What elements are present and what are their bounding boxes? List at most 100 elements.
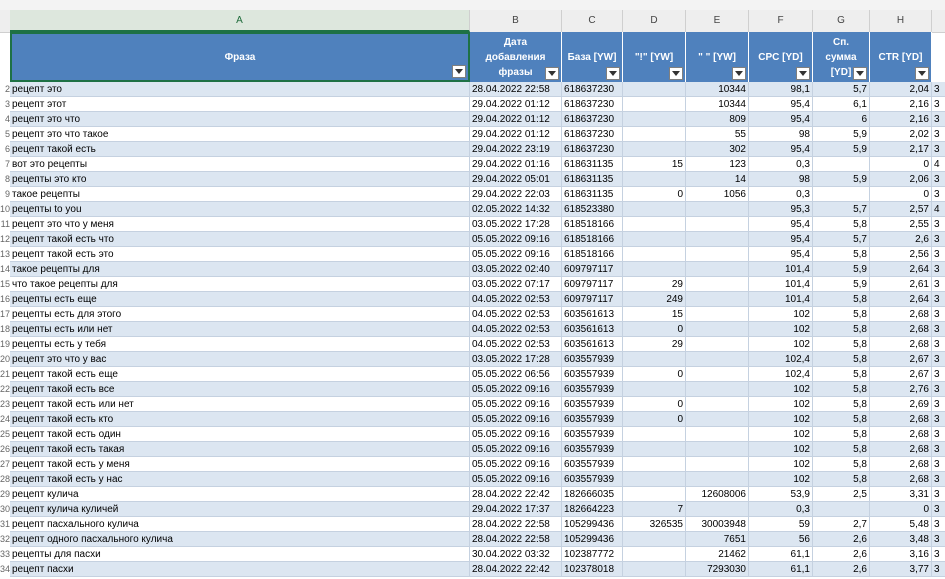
cell-excl[interactable] — [623, 262, 686, 277]
cell-quote[interactable]: 809 — [686, 112, 749, 127]
cell-date[interactable]: 29.04.2022 05:01 — [470, 172, 562, 187]
cell-base[interactable]: 105299436 — [562, 517, 623, 532]
cell-sum[interactable]: 5,8 — [813, 292, 870, 307]
cell-sum[interactable]: 2,5 — [813, 487, 870, 502]
cell-cpc[interactable]: 98 — [749, 172, 813, 187]
column-letter-h[interactable]: H — [870, 10, 932, 32]
cell-phrase[interactable]: такое рецепты — [10, 187, 470, 202]
cell-base[interactable]: 609797117 — [562, 262, 623, 277]
cell-sum[interactable]: 5,8 — [813, 382, 870, 397]
cell-excl[interactable] — [623, 217, 686, 232]
cell-phrase[interactable]: рецепт кулича — [10, 487, 470, 502]
cell-date[interactable]: 02.05.2022 14:32 — [470, 202, 562, 217]
cell-base[interactable]: 102378018 — [562, 562, 623, 577]
cell-phrase[interactable]: рецепт этот — [10, 97, 470, 112]
cell-sum[interactable]: 5,8 — [813, 352, 870, 367]
cell-phrase[interactable]: рецепт это — [10, 82, 470, 97]
cell-sum[interactable]: 5,8 — [813, 307, 870, 322]
cell-cpc[interactable]: 102 — [749, 397, 813, 412]
cell-quote[interactable]: 10344 — [686, 97, 749, 112]
cell-date[interactable]: 05.05.2022 06:56 — [470, 367, 562, 382]
header-excl[interactable]: "!" [YW] — [623, 32, 686, 82]
cell-excl[interactable]: 29 — [623, 337, 686, 352]
cell-excl[interactable] — [623, 427, 686, 442]
cell-next-column[interactable]: 3 — [932, 277, 945, 292]
cell-sum[interactable]: 5,9 — [813, 262, 870, 277]
cell-next-column[interactable]: 3 — [932, 412, 945, 427]
cell-ctr[interactable]: 2,67 — [870, 352, 932, 367]
cell-phrase[interactable]: рецепт такой есть это — [10, 247, 470, 262]
cell-next-column[interactable]: 3 — [932, 442, 945, 457]
cell-sum[interactable]: 2,6 — [813, 562, 870, 577]
cell-date[interactable]: 28.04.2022 22:58 — [470, 517, 562, 532]
cell-phrase[interactable]: рецепт это что такое — [10, 127, 470, 142]
row-number[interactable]: 18 — [0, 322, 10, 337]
row-number[interactable]: 32 — [0, 532, 10, 547]
cell-ctr[interactable]: 3,77 — [870, 562, 932, 577]
cell-sum[interactable]: 5,8 — [813, 472, 870, 487]
cell-cpc[interactable]: 98 — [749, 127, 813, 142]
cell-phrase[interactable]: рецепт такой есть у нас — [10, 472, 470, 487]
cell-date[interactable]: 05.05.2022 09:16 — [470, 412, 562, 427]
cell-date[interactable]: 28.04.2022 22:58 — [470, 82, 562, 97]
cell-next-column[interactable]: 3 — [932, 172, 945, 187]
cell-base[interactable]: 609797117 — [562, 277, 623, 292]
row-number[interactable]: 28 — [0, 472, 10, 487]
cell-sum[interactable]: 5,8 — [813, 412, 870, 427]
cell-next-column[interactable]: 3 — [932, 502, 945, 517]
cell-date[interactable]: 04.05.2022 02:53 — [470, 322, 562, 337]
cell-phrase[interactable]: рецепт такой есть что — [10, 232, 470, 247]
cell-ctr[interactable]: 0 — [870, 502, 932, 517]
filter-dropdown-icon[interactable] — [796, 67, 810, 80]
filter-dropdown-icon[interactable] — [545, 67, 559, 80]
cell-date[interactable]: 29.04.2022 23:19 — [470, 142, 562, 157]
cell-phrase[interactable]: рецепт это что — [10, 112, 470, 127]
cell-ctr[interactable]: 2,06 — [870, 172, 932, 187]
cell-phrase[interactable]: рецепт такой есть такая — [10, 442, 470, 457]
cell-ctr[interactable]: 2,69 — [870, 397, 932, 412]
cell-ctr[interactable]: 0 — [870, 187, 932, 202]
column-letter-a[interactable]: A — [10, 10, 470, 32]
cell-sum[interactable]: 5,8 — [813, 337, 870, 352]
cell-ctr[interactable]: 3,48 — [870, 532, 932, 547]
cell-phrase[interactable]: рецепты есть или нет — [10, 322, 470, 337]
cell-excl[interactable] — [623, 562, 686, 577]
cell-base[interactable]: 603557939 — [562, 397, 623, 412]
row-number[interactable]: 12 — [0, 232, 10, 247]
cell-base[interactable]: 603561613 — [562, 307, 623, 322]
cell-quote[interactable]: 14 — [686, 172, 749, 187]
cell-excl[interactable]: 0 — [623, 412, 686, 427]
cell-cpc[interactable]: 95,4 — [749, 247, 813, 262]
cell-next-column[interactable]: 3 — [932, 337, 945, 352]
cell-excl[interactable] — [623, 247, 686, 262]
row-number[interactable]: 8 — [0, 172, 10, 187]
row-number[interactable]: 24 — [0, 412, 10, 427]
cell-sum[interactable]: 5,9 — [813, 277, 870, 292]
cell-sum[interactable]: 5,8 — [813, 367, 870, 382]
cell-next-column[interactable]: 3 — [932, 547, 945, 562]
cell-base[interactable]: 618523380 — [562, 202, 623, 217]
cell-date[interactable]: 05.05.2022 09:16 — [470, 472, 562, 487]
cell-sum[interactable]: 5,7 — [813, 232, 870, 247]
cell-base[interactable]: 618631135 — [562, 157, 623, 172]
cell-ctr[interactable]: 2,55 — [870, 217, 932, 232]
cell-ctr[interactable]: 2,61 — [870, 277, 932, 292]
cell-excl[interactable] — [623, 127, 686, 142]
cell-next-column[interactable]: 3 — [932, 187, 945, 202]
cell-ctr[interactable]: 2,02 — [870, 127, 932, 142]
cell-excl[interactable]: 7 — [623, 502, 686, 517]
cell-excl[interactable] — [623, 232, 686, 247]
cell-date[interactable]: 28.04.2022 22:42 — [470, 487, 562, 502]
cell-ctr[interactable]: 2,56 — [870, 247, 932, 262]
cell-next-column[interactable]: 3 — [932, 217, 945, 232]
cell-date[interactable]: 04.05.2022 02:53 — [470, 292, 562, 307]
cell-cpc[interactable]: 95,4 — [749, 142, 813, 157]
cell-quote[interactable] — [686, 427, 749, 442]
cell-cpc[interactable]: 56 — [749, 532, 813, 547]
row-number[interactable]: 9 — [0, 187, 10, 202]
cell-date[interactable]: 29.04.2022 01:12 — [470, 97, 562, 112]
cell-base[interactable]: 618637230 — [562, 82, 623, 97]
cell-base[interactable]: 603557939 — [562, 457, 623, 472]
cell-ctr[interactable]: 2,68 — [870, 442, 932, 457]
cell-quote[interactable] — [686, 232, 749, 247]
